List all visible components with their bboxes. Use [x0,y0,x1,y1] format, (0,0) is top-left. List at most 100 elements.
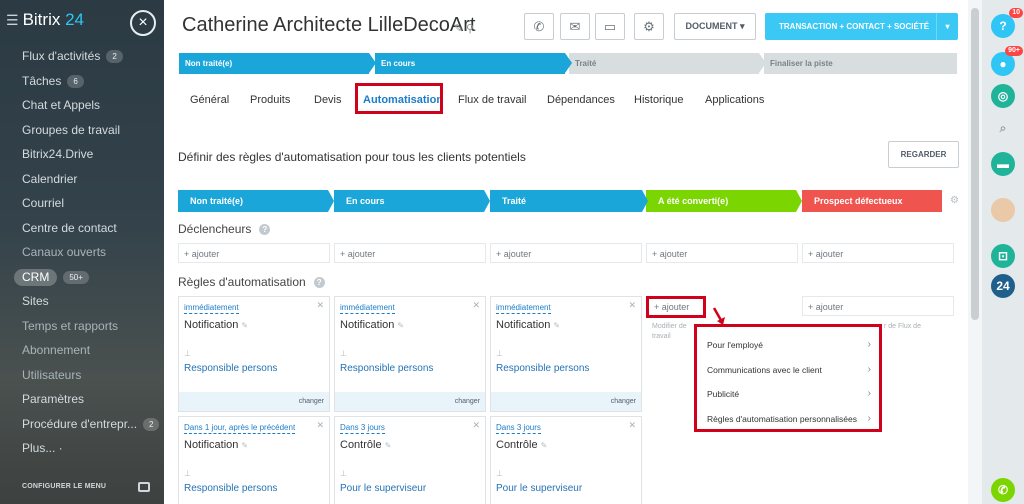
rule-card[interactable]: Dans 1 jour, après le précédent ✕ Notifi… [178,416,330,504]
rule-timing[interactable]: Dans 1 jour, après le précédent [184,423,296,434]
scrollbar-thumb[interactable] [971,8,979,320]
close-icon[interactable]: ✕ [316,420,324,431]
gear-icon[interactable]: ⚙ [950,195,959,206]
close-icon[interactable]: ✕ [316,300,324,311]
drag-icon[interactable]: ⊥ [496,349,503,358]
add-trigger-button[interactable]: + ajouter [646,243,798,263]
sidebar-item-subscription[interactable]: Abonnement [0,338,164,363]
change-link[interactable]: changer [491,392,641,411]
stage-processed[interactable]: Traité [569,53,766,74]
create-transaction-button[interactable]: TRANSACTION + CONTACT + SOCIÉTÉ ▾ [765,13,958,40]
add-rule-button[interactable]: + ajouter [646,296,706,318]
rule-card[interactable]: Dans 3 jours ✕ Contrôle ✎ ⊥ Pour le super… [334,416,486,504]
rule-timing[interactable]: Dans 3 jours [340,423,385,434]
chevron-down-icon[interactable]: ▾ [936,13,958,40]
help-icon[interactable]: ? [313,277,325,289]
phone-call-icon[interactable]: ✆ [991,478,1015,502]
rule-recipient[interactable]: Responsible persons [340,363,433,374]
rule-timing[interactable]: immédiatement [496,303,551,314]
menu-item-client-communications[interactable]: Communications avec le client › [697,358,879,383]
search-icon[interactable]: ⌕ [991,116,1015,140]
rule-recipient[interactable]: Pour le superviseur [340,483,426,494]
help-icon[interactable]: ? 10 [991,8,1023,38]
sidebar-item-chat[interactable]: Chat et Appels [0,93,164,118]
tab-products[interactable]: Produits [250,94,290,106]
add-trigger-button[interactable]: + ajouter [490,243,642,263]
printer-icon[interactable] [138,482,150,492]
add-trigger-button[interactable]: + ajouter [334,243,486,263]
help-icon[interactable]: ? [259,224,271,236]
sidebar-item-users[interactable]: Utilisateurs [0,363,164,388]
link-icon[interactable]: ⚲ [466,22,474,35]
open-lines-icon[interactable]: ◎ [991,84,1015,108]
tab-general[interactable]: Général [190,94,229,106]
bitrix24-icon[interactable]: 24 [991,274,1015,298]
edit-pencil-icon[interactable]: ✎ [454,22,463,35]
rule-timing[interactable]: immédiatement [184,303,239,314]
sidebar-item-calendar[interactable]: Calendrier [0,167,164,192]
avatar[interactable] [991,198,1015,222]
tab-history[interactable]: Historique [634,94,684,106]
sidebar-item-drive[interactable]: Bitrix24.Drive [0,142,164,167]
document-button[interactable]: DOCUMENT ▾ [674,13,756,40]
sidebar-item-open-channels[interactable]: Canaux ouverts [0,240,164,265]
sidebar-item-more[interactable]: Plus... · [0,436,164,461]
brand-logo[interactable]: ☰ Bitrix 24 [6,10,84,30]
rule-recipient[interactable]: Responsible persons [184,483,277,494]
tab-quotes[interactable]: Devis [314,94,342,106]
add-trigger-button[interactable]: + ajouter [802,243,954,263]
drag-icon[interactable]: ⊥ [340,349,347,358]
change-link[interactable]: changer [179,392,329,411]
watch-button[interactable]: REGARDER [888,141,959,168]
drag-icon[interactable]: ⊥ [184,469,191,478]
close-icon[interactable]: × [130,10,156,36]
tab-workflows[interactable]: Flux de travail [458,94,526,106]
rule-recipient[interactable]: Pour le superviseur [496,483,582,494]
change-link[interactable]: changer [335,392,485,411]
menu-burger-icon[interactable]: ☰ [6,12,19,28]
rule-recipient[interactable]: Responsible persons [496,363,589,374]
drag-icon[interactable]: ⊥ [496,469,503,478]
stage-in-progress[interactable]: En cours [375,53,572,74]
notifications-icon[interactable]: ● 90+ [991,46,1023,76]
chat-icon[interactable]: ▭ [595,13,625,40]
rule-card[interactable]: immédiatement ✕ Notification ✎ ⊥ Responsi… [334,296,486,412]
telephony-icon[interactable]: ▬ [991,152,1015,176]
rule-recipient[interactable]: Responsible persons [184,363,277,374]
tab-dependencies[interactable]: Dépendances [547,94,615,106]
close-icon[interactable]: ✕ [628,300,636,311]
close-icon[interactable]: ✕ [472,300,480,311]
sidebar-item-contact-center[interactable]: Centre de contact [0,216,164,241]
sidebar-item-sites[interactable]: Sites [0,289,164,314]
sidebar-item-activity[interactable]: Flux d'activités 2 [0,44,164,69]
configure-menu-link[interactable]: CONFIGURER LE MENU [22,483,106,490]
add-trigger-button[interactable]: + ajouter [178,243,330,263]
stage-new[interactable]: Non traité(e) [179,53,376,74]
rule-card[interactable]: immédiatement ✕ Notification ✎ ⊥ Responsi… [178,296,330,412]
drag-icon[interactable]: ⊥ [184,349,191,358]
sidebar-item-mail[interactable]: Courriel [0,191,164,216]
sidebar-item-procedures[interactable]: Procédure d'entrepr... 2 [0,412,164,437]
add-rule-button[interactable]: + ajouter [802,296,954,316]
menu-item-employee[interactable]: Pour l'employé › [697,333,879,358]
sidebar-item-settings[interactable]: Paramètres [0,387,164,412]
sidebar-item-crm[interactable]: CRM 50+ [0,265,164,290]
tab-applications[interactable]: Applications [705,94,764,106]
mail-icon[interactable]: ✉ [560,13,590,40]
rule-timing[interactable]: immédiatement [340,303,395,314]
search-docs-icon[interactable]: ⊡ [991,244,1015,268]
close-icon[interactable]: ✕ [628,420,636,431]
menu-item-advertising[interactable]: Publicité › [697,382,879,407]
scrollbar[interactable] [968,0,982,504]
rule-card[interactable]: Dans 3 jours ✕ Contrôle ✎ ⊥ Pour le super… [490,416,642,504]
phone-icon[interactable]: ✆ [524,13,554,40]
drag-icon[interactable]: ⊥ [340,469,347,478]
menu-item-custom-rules[interactable]: Règles d'automatisation personnalisées › [697,407,879,432]
rule-timing[interactable]: Dans 3 jours [496,423,541,434]
sidebar-item-workgroups[interactable]: Groupes de travail [0,118,164,143]
stage-finalize[interactable]: Finaliser la piste [764,53,957,74]
sidebar-item-time-reports[interactable]: Temps et rapports [0,314,164,339]
close-icon[interactable]: ✕ [472,420,480,431]
gear-icon[interactable]: ⚙ [634,13,664,40]
rule-card[interactable]: immédiatement ✕ Notification ✎ ⊥ Responsi… [490,296,642,412]
